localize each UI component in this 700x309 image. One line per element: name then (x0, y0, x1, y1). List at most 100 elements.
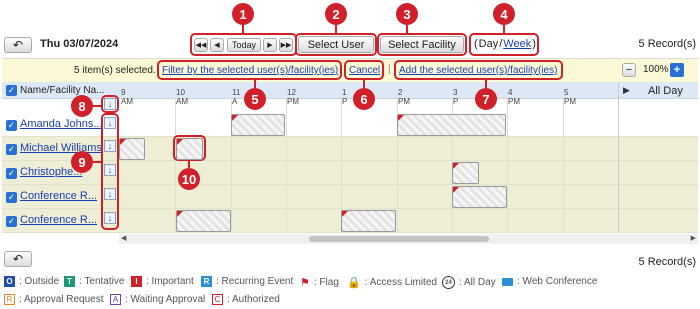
annotation-badge-8: 8 (71, 95, 93, 117)
badge-connector (335, 25, 337, 33)
cancel-link[interactable]: Cancel (349, 65, 380, 76)
legend-label: : Waiting Approval (125, 294, 206, 305)
legend-approval-request: R : Approval Request (4, 294, 104, 305)
filter-selected-link[interactable]: Filter by the selected user(s)/facility(… (162, 65, 338, 76)
legend-authorized: C : Authorized (212, 294, 280, 305)
hour-2pm: 2 PM (398, 88, 410, 106)
back-arrow-icon: ↶ (12, 252, 24, 266)
badge-connector (485, 80, 487, 88)
annotation-badge-9: 9 (71, 151, 93, 173)
legend-important: I : Important (131, 276, 194, 287)
annotation-badge-6: 6 (353, 88, 375, 110)
badge-connector (363, 80, 365, 88)
row-download-icon[interactable]: ↓ (104, 188, 116, 200)
back-button[interactable]: ↶ (4, 37, 32, 53)
row-checkbox[interactable]: ✓ (6, 216, 17, 227)
row-name-link[interactable]: Conference R... (20, 190, 97, 202)
view-separator: / (499, 38, 503, 50)
legend-flag: ⚑ : Flag (300, 276, 339, 289)
annotation-badge-5: 5 (244, 88, 266, 110)
zoom-level: 100% (643, 64, 669, 75)
row-download-icon[interactable]: ↓ (104, 117, 116, 129)
schedule-event[interactable] (452, 162, 479, 184)
row-download-icon[interactable]: ↓ (104, 212, 116, 224)
schedule-event[interactable] (176, 138, 203, 160)
row-name-link[interactable]: Amanda Johns... (20, 118, 103, 130)
hour-5pm: 5 PM (564, 88, 576, 106)
legend-label: : Important (146, 276, 194, 287)
badge-connector (93, 161, 101, 163)
row-checkbox[interactable]: ✓ (6, 120, 17, 131)
zoom-in-button[interactable]: + (670, 63, 684, 77)
important-icon: I (131, 276, 142, 287)
annotation-badge-1: 1 (232, 3, 254, 25)
schedule-event[interactable] (341, 210, 396, 232)
flag-icon: ⚑ (300, 277, 310, 289)
hour-4pm: 4 PM (508, 88, 520, 106)
schedule-event[interactable] (231, 114, 285, 136)
next-day-button[interactable]: ▶ (263, 38, 277, 52)
tentative-icon: T (64, 276, 75, 287)
24-icon: 24 (442, 276, 455, 289)
hour-gridline (507, 98, 508, 232)
annotation-badge-3: 3 (396, 3, 418, 25)
lock-icon: 🔒 (347, 277, 361, 289)
badge-connector (406, 25, 408, 33)
hour-10am: 10 AM (176, 88, 188, 106)
legend-outside: O : Outside (4, 276, 59, 287)
recurring-icon: R (201, 276, 212, 287)
schedule-event[interactable] (119, 138, 145, 160)
view-week-link[interactable]: Week (503, 38, 531, 50)
row-name-link[interactable]: Michael Williams (20, 142, 102, 154)
view-day: Day (478, 38, 499, 50)
view-switch: ( Day / Week ) (474, 38, 536, 50)
outside-icon: O (4, 276, 15, 287)
scroll-right-icon[interactable]: ▶ (691, 234, 696, 242)
legend-label: : All Day (459, 277, 496, 288)
all-day-divider (618, 82, 619, 232)
add-selected-link[interactable]: Add the selected user(s)/facility(ies) (399, 65, 557, 76)
schedule-event[interactable] (452, 186, 507, 208)
all-day-arrow-icon[interactable]: ▶ (623, 85, 630, 96)
download-all-icon[interactable]: ↓ (104, 98, 116, 110)
badge-connector (188, 161, 190, 168)
schedule-event[interactable] (176, 210, 231, 232)
legend-label: : Approval Request (19, 294, 104, 305)
row-download-icon[interactable]: ↓ (104, 140, 116, 152)
select-all-checkbox[interactable]: ✓ (6, 85, 17, 96)
scroll-thumb[interactable] (309, 236, 489, 242)
row-checkbox[interactable]: ✓ (6, 168, 17, 179)
back-arrow-icon: ↶ (12, 38, 24, 52)
zoom-out-button[interactable]: − (622, 63, 636, 77)
legend-all-day: 24 : All Day (442, 276, 496, 289)
selected-count: 5 item(s) selected. (74, 65, 156, 76)
row-name-link[interactable]: Conference R... (20, 214, 97, 226)
name-column-header: Name/Facility Na... (20, 85, 105, 96)
row-checkbox[interactable]: ✓ (6, 192, 17, 203)
horizontal-scrollbar[interactable]: ◀ ▶ (119, 234, 698, 244)
link-separator: | (388, 64, 391, 75)
badge-connector (242, 25, 244, 33)
select-user-button[interactable]: Select User (298, 36, 374, 53)
next-week-button[interactable]: ▶▶ (279, 38, 293, 52)
hour-12pm: 12 PM (287, 88, 299, 106)
legend-recurring: R : Recurring Event (201, 276, 293, 287)
row-download-icon[interactable]: ↓ (104, 164, 116, 176)
hour-gridline (563, 98, 564, 232)
legend-label: : Tentative (79, 276, 125, 287)
legend-label: : Access Limited (364, 277, 437, 288)
waiting-approval-icon: A (110, 294, 121, 305)
legend-access-limited: 🔒 : Access Limited (347, 276, 437, 289)
prev-week-button[interactable]: ◀◀ (194, 38, 208, 52)
row-checkbox[interactable]: ✓ (6, 144, 17, 155)
legend-label: : Web Conference (517, 276, 598, 287)
scroll-left-icon[interactable]: ◀ (121, 234, 126, 242)
schedule-event[interactable] (397, 114, 506, 136)
view-close-paren: ) (532, 38, 536, 50)
view-open-paren: ( (474, 38, 478, 50)
badge-connector (254, 80, 256, 88)
bottom-back-button[interactable]: ↶ (4, 251, 32, 267)
prev-day-button[interactable]: ◀ (210, 38, 224, 52)
today-button[interactable]: Today (227, 38, 261, 52)
select-facility-button[interactable]: Select Facility (380, 36, 464, 53)
